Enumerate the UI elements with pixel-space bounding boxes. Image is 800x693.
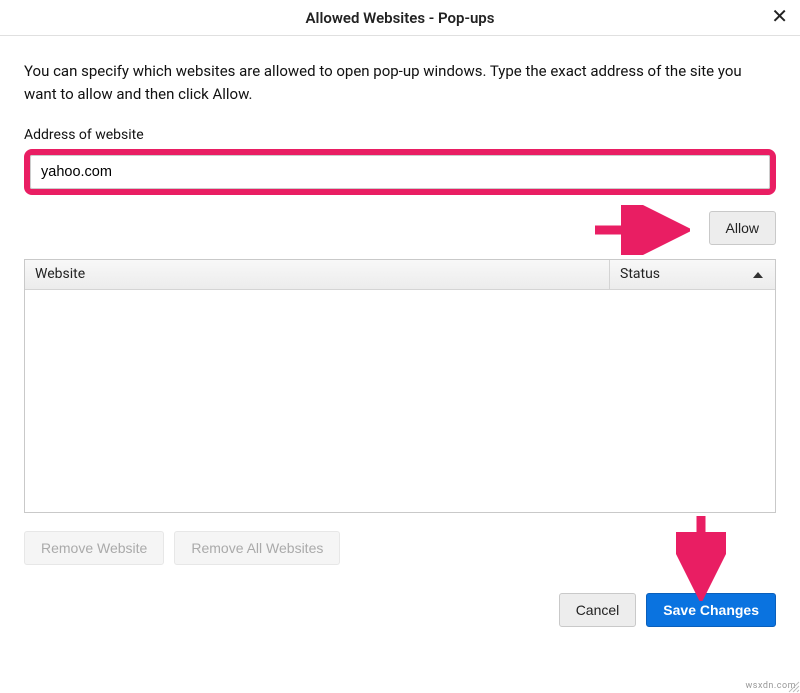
allow-row: Allow — [24, 211, 776, 245]
close-icon[interactable]: ✕ — [771, 6, 788, 26]
column-header-status[interactable]: Status — [610, 260, 775, 289]
column-header-status-label: Status — [620, 266, 660, 282]
annotation-arrow-allow — [590, 205, 690, 255]
address-input[interactable] — [30, 155, 770, 189]
allow-button[interactable]: Allow — [709, 211, 776, 245]
sort-ascending-icon — [753, 272, 763, 278]
remove-buttons-row: Remove Website Remove All Websites — [24, 531, 776, 565]
dialog-content: You can specify which websites are allow… — [0, 36, 800, 651]
dialog-header: Allowed Websites - Pop-ups ✕ — [0, 0, 800, 36]
save-changes-button[interactable]: Save Changes — [646, 593, 776, 627]
list-header: Website Status — [25, 260, 775, 290]
address-highlight-annotation — [24, 149, 776, 195]
list-body-empty[interactable] — [25, 290, 775, 512]
column-header-website[interactable]: Website — [25, 260, 610, 289]
remove-all-websites-button: Remove All Websites — [174, 531, 340, 565]
cancel-button[interactable]: Cancel — [559, 593, 637, 627]
resize-grip-icon[interactable] — [786, 679, 800, 693]
remove-website-button: Remove Website — [24, 531, 164, 565]
footer-buttons-row: Cancel Save Changes — [24, 593, 776, 627]
website-list: Website Status — [24, 259, 776, 513]
dialog-title: Allowed Websites - Pop-ups — [306, 9, 495, 27]
description-text: You can specify which websites are allow… — [24, 60, 776, 105]
address-label: Address of website — [24, 127, 776, 143]
